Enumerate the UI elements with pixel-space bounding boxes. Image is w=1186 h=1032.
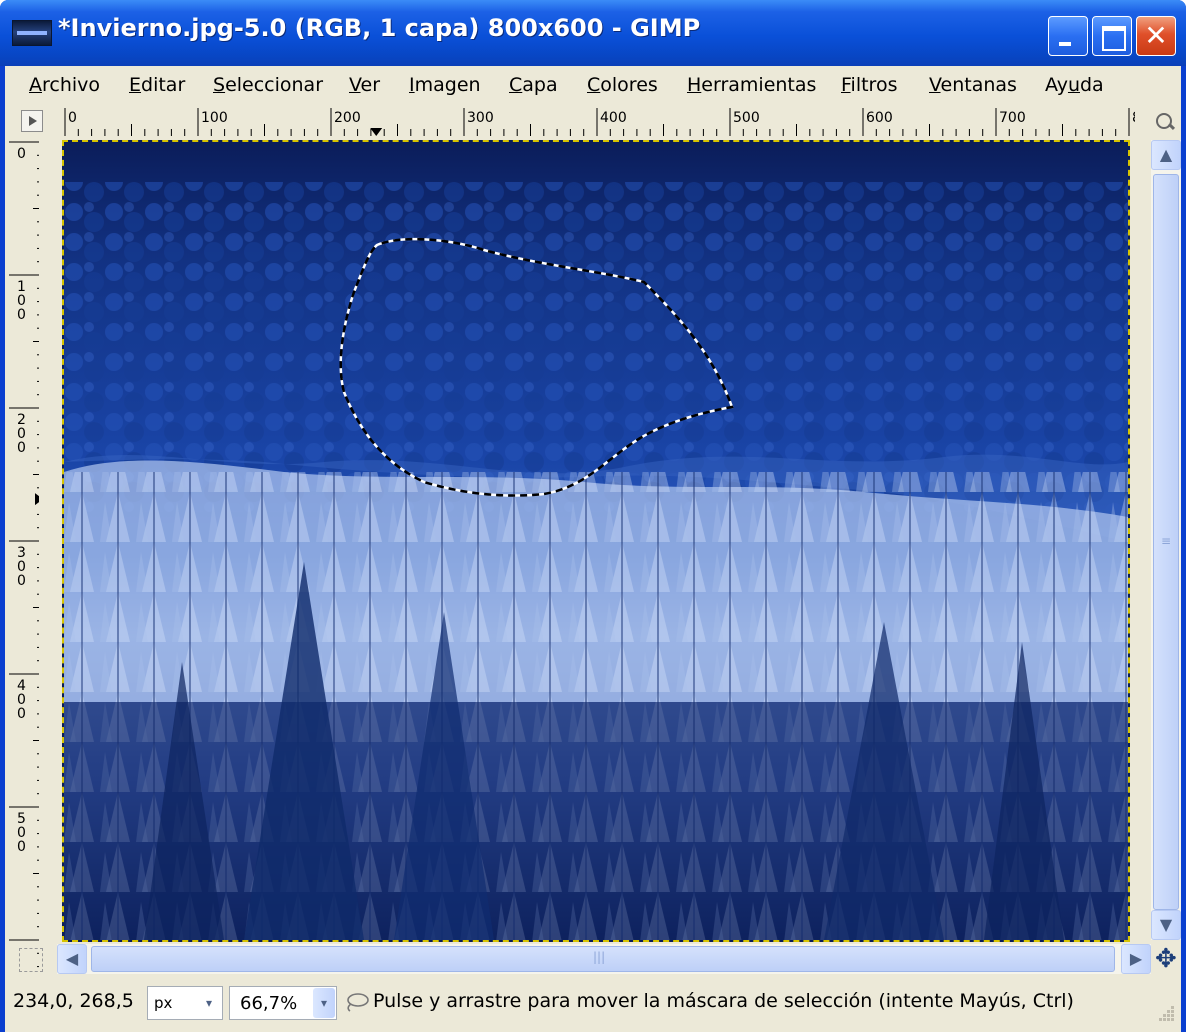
horizontal-scrollbar[interactable]: ◀ ||| ▶ bbox=[57, 944, 1151, 974]
ruler-label: 0 bbox=[68, 110, 77, 126]
ruler-label: 100 bbox=[201, 110, 228, 126]
vertical-ruler[interactable]: 0100200300400500 bbox=[5, 136, 39, 1006]
zoom-image-icon[interactable] bbox=[1153, 110, 1177, 134]
image-window-icon[interactable] bbox=[12, 20, 52, 46]
menu-archivo[interactable]: Archivo bbox=[29, 74, 100, 96]
arrow-right-icon: ▶ bbox=[1129, 949, 1143, 968]
minimize-button[interactable] bbox=[1048, 16, 1088, 56]
status-bar: 234,0, 268,5 px ▾ 66,7% ▾ Pulse y arrast… bbox=[5, 978, 1181, 1032]
horizontal-ruler-ticks: 0 100 200 300 400 500 600 700 8 bbox=[64, 108, 1135, 136]
winter-forest-image bbox=[64, 142, 1128, 940]
pointer-coordinates: 234,0, 268,5 bbox=[13, 990, 134, 1012]
navigate-icon[interactable] bbox=[1153, 944, 1181, 974]
title-bar[interactable]: *Invierno.jpg-5.0 (RGB, 1 capa) 800x600 … bbox=[0, 0, 1186, 66]
vertical-scrollbar[interactable]: ▲ ≡ ▼ bbox=[1151, 140, 1181, 940]
quick-mask-menu-button[interactable] bbox=[21, 110, 43, 132]
unit-select[interactable]: px ▾ bbox=[147, 986, 223, 1020]
arrow-up-icon: ▲ bbox=[1159, 145, 1173, 164]
gimp-window: *Invierno.jpg-5.0 (RGB, 1 capa) 800x600 … bbox=[0, 0, 1186, 1032]
close-button[interactable]: ✕ bbox=[1136, 16, 1176, 56]
chevron-down-icon: ▾ bbox=[313, 988, 335, 1018]
ruler-label: 0 bbox=[17, 839, 26, 855]
ruler-label: 0 bbox=[17, 146, 26, 162]
ruler-label: 700 bbox=[999, 110, 1026, 126]
status-message: Pulse y arrastre para mover la máscara d… bbox=[373, 990, 1074, 1012]
menu-imagen[interactable]: Imagen bbox=[409, 74, 481, 96]
ruler-label: 0 bbox=[17, 440, 26, 456]
free-select-tool-icon bbox=[347, 993, 369, 1012]
horizontal-ruler[interactable]: 0 100 200 300 400 500 600 700 8 bbox=[59, 106, 1135, 136]
menu-capa[interactable]: Capa bbox=[509, 74, 558, 96]
zoom-select[interactable]: 66,7% ▾ bbox=[229, 986, 337, 1020]
window-title: *Invierno.jpg-5.0 (RGB, 1 capa) 800x600 … bbox=[58, 14, 701, 42]
menu-ver[interactable]: Ver bbox=[349, 74, 380, 96]
ruler-label: 200 bbox=[334, 110, 361, 126]
maximize-button[interactable] bbox=[1092, 16, 1132, 56]
menu-colores[interactable]: Colores bbox=[587, 74, 658, 96]
menu-ayuda[interactable]: Ayuda bbox=[1045, 74, 1104, 96]
zoom-value: 66,7% bbox=[240, 993, 298, 1014]
ruler-label: 8 bbox=[1132, 110, 1135, 126]
menu-editar[interactable]: Editar bbox=[129, 74, 185, 96]
arrow-down-icon: ▼ bbox=[1159, 915, 1173, 934]
resize-grip-icon[interactable] bbox=[1155, 1002, 1177, 1024]
quick-mask-toggle-icon[interactable] bbox=[19, 948, 43, 972]
ruler-label: 600 bbox=[866, 110, 893, 126]
pointer-position-marker bbox=[370, 128, 383, 136]
ruler-label: 0 bbox=[17, 307, 26, 323]
scroll-grip-icon: ||| bbox=[593, 950, 606, 964]
pointer-position-marker bbox=[35, 493, 39, 506]
close-icon: ✕ bbox=[1144, 19, 1168, 52]
scroll-right-button[interactable]: ▶ bbox=[1121, 944, 1151, 974]
scroll-down-button[interactable]: ▼ bbox=[1151, 910, 1181, 940]
scroll-left-button[interactable]: ◀ bbox=[57, 944, 87, 974]
vertical-ruler-ticks: 0100200300400500 bbox=[9, 141, 39, 994]
scroll-up-button[interactable]: ▲ bbox=[1151, 140, 1181, 170]
menu-herramientas[interactable]: Herramientas bbox=[687, 74, 816, 96]
ruler-label: 500 bbox=[733, 110, 760, 126]
menu-bar: Archivo Editar Seleccionar Ver Imagen Capa Col… bbox=[5, 66, 1181, 106]
ruler-label: 400 bbox=[600, 110, 627, 126]
menu-filtros[interactable]: Filtros bbox=[841, 74, 897, 96]
ruler-label: 300 bbox=[467, 110, 494, 126]
unit-value: px bbox=[154, 994, 173, 1012]
ruler-label: 0 bbox=[17, 706, 26, 722]
ruler-label: 0 bbox=[17, 573, 26, 589]
image-canvas[interactable] bbox=[62, 140, 1130, 942]
arrow-left-icon: ◀ bbox=[65, 949, 79, 968]
scroll-grip-icon: ≡ bbox=[1161, 534, 1172, 548]
window-client-area: Archivo Editar Seleccionar Ver Imagen Capa Col… bbox=[5, 66, 1181, 1032]
menu-ventanas[interactable]: Ventanas bbox=[929, 74, 1017, 96]
chevron-down-icon: ▾ bbox=[205, 996, 213, 1010]
menu-seleccionar[interactable]: Seleccionar bbox=[213, 74, 323, 96]
